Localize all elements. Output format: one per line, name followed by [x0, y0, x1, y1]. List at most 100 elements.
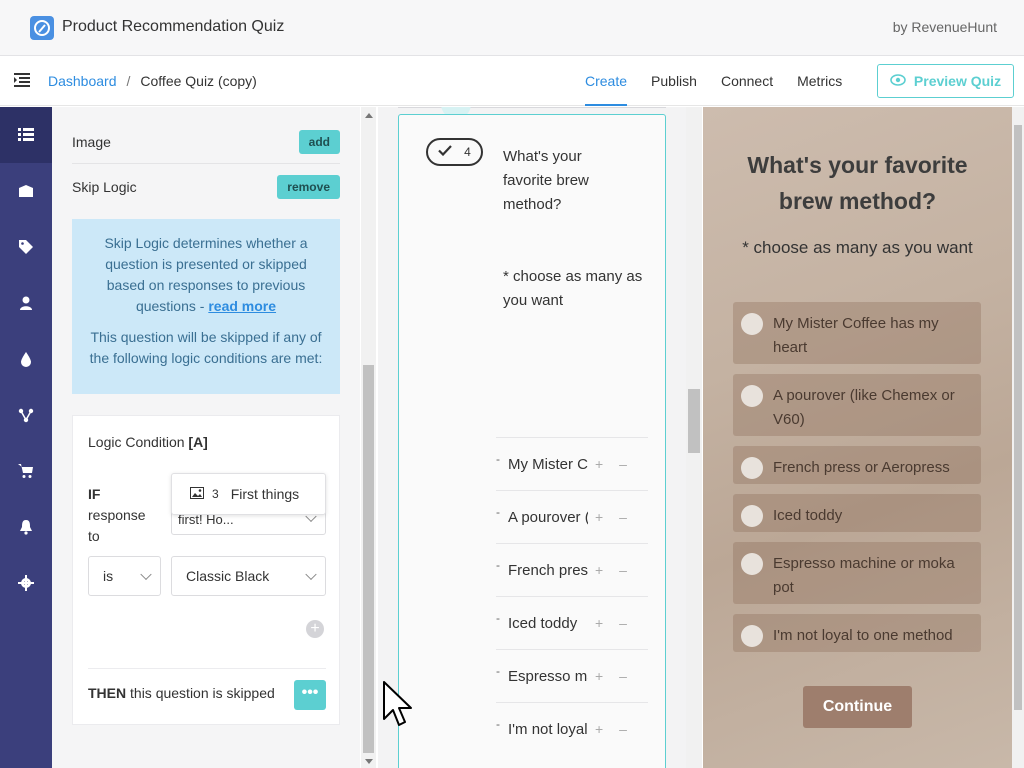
sidebar-cart-icon[interactable]	[0, 443, 52, 499]
sidebar-tag-icon[interactable]	[0, 219, 52, 275]
editor-option-text[interactable]: French press or Aeropress	[508, 562, 588, 579]
preview-option[interactable]: My Mister Coffee has my heart	[733, 302, 981, 364]
preview-scrollbar-thumb[interactable]	[1014, 125, 1022, 710]
drag-handle-icon[interactable]: -	[496, 664, 508, 678]
editor-option-row[interactable]: -My Mister Coffee has my heart + –	[496, 437, 648, 490]
checkbox-circle-icon[interactable]	[741, 313, 763, 335]
breadcrumb-dashboard-link[interactable]: Dashboard	[48, 73, 117, 89]
question-number: 4	[464, 145, 471, 159]
editor-option-text[interactable]: Espresso machine or moka pot	[508, 668, 588, 685]
read-more-link[interactable]: read more	[208, 298, 276, 314]
preview-option-text: Iced toddy	[773, 507, 843, 524]
skip-logic-info-text: Skip Logic determines whether a question…	[86, 233, 326, 317]
answer-select[interactable]: Classic Black	[171, 556, 326, 596]
preview-option-text: French press or Aeropress	[773, 459, 950, 476]
skip-logic-condition-note: This question will be skipped if any of …	[89, 329, 323, 366]
sidebar-questions-icon[interactable]	[0, 107, 52, 163]
checkbox-circle-icon[interactable]	[741, 457, 763, 479]
sidebar-gear-icon[interactable]	[0, 555, 52, 611]
editor-option-text[interactable]: Iced toddy	[508, 615, 588, 632]
image-icon	[190, 486, 204, 502]
checkbox-circle-icon[interactable]	[741, 505, 763, 527]
preview-option[interactable]: A pourover (like Chemex or V60)	[733, 374, 981, 436]
more-options-button[interactable]: •••	[294, 680, 326, 710]
preview-option-text: Espresso machine or moka pot	[773, 555, 955, 596]
remove-skip-logic-button[interactable]: remove	[277, 175, 340, 199]
tab-metrics[interactable]: Metrics	[797, 56, 842, 106]
question-subtext[interactable]: * choose as many as you want	[503, 265, 643, 313]
add-remove-option-icon[interactable]: + –	[595, 509, 633, 525]
tab-publish[interactable]: Publish	[651, 56, 697, 106]
editor-option-text[interactable]: A pourover (like Chemex or V60)	[508, 509, 588, 526]
sidebar-share-icon[interactable]	[0, 387, 52, 443]
checkbox-circle-icon[interactable]	[741, 625, 763, 647]
drag-handle-icon[interactable]: -	[496, 452, 508, 466]
drag-handle-icon[interactable]: -	[496, 558, 508, 572]
logic-condition-title: Logic Condition [A]	[88, 434, 208, 450]
skip-logic-info-box: Skip Logic determines whether a question…	[72, 219, 340, 394]
question-editor: 4 What's your favorite brew method? * ch…	[378, 107, 686, 768]
operator-select[interactable]: is	[88, 556, 161, 596]
add-condition-button[interactable]: +	[306, 620, 324, 638]
editor-option-row[interactable]: -Espresso machine or moka pot + –	[496, 649, 648, 702]
sidebar-user-icon[interactable]	[0, 275, 52, 331]
editor-scrollbar[interactable]	[686, 107, 702, 768]
chevron-down-icon	[305, 568, 317, 581]
drag-handle-icon[interactable]: -	[496, 611, 508, 625]
quiz-preview: What's your favorite brew method? * choo…	[703, 107, 1012, 768]
preview-question-subtitle: * choose as many as you want	[742, 238, 973, 257]
editor-scrollbar-thumb[interactable]	[688, 389, 700, 453]
main-tabs: Create Publish Connect Metrics	[585, 56, 866, 106]
image-setting-row: Image add	[72, 120, 340, 164]
chevron-down-icon	[140, 568, 152, 581]
if-keyword: IF	[88, 486, 101, 502]
nav-bar: Dashboard / Coffee Quiz (copy) Create Publ…	[0, 56, 1024, 106]
continue-button[interactable]: Continue	[803, 686, 912, 728]
question-settings-panel: Image add Skip Logic remove Skip Logic d…	[52, 107, 360, 768]
question-card[interactable]: 4 What's your favorite brew method? * ch…	[398, 114, 666, 768]
settings-scrollbar[interactable]	[361, 107, 376, 768]
preview-scrollbar[interactable]	[1012, 107, 1024, 768]
editor-option-row[interactable]: - Iced toddy + –	[496, 596, 648, 649]
image-label: Image	[72, 133, 111, 150]
breadcrumb-current: Coffee Quiz (copy)	[140, 73, 257, 89]
add-remove-option-icon[interactable]: + –	[595, 615, 633, 631]
checkbox-circle-icon[interactable]	[741, 553, 763, 575]
sidebar-products-icon[interactable]	[0, 163, 52, 219]
drag-handle-icon[interactable]: -	[496, 717, 508, 731]
editor-option-text[interactable]: I'm not loyal to one method	[508, 721, 588, 738]
editor-option-row[interactable]: -French press or Aeropress + –	[496, 543, 648, 596]
breadcrumb: Dashboard / Coffee Quiz (copy)	[48, 73, 257, 89]
then-row: THEN this question is skipped	[88, 668, 326, 701]
question-text[interactable]: What's your favorite brew method?	[503, 145, 633, 217]
menu-toggle-icon[interactable]	[14, 73, 30, 87]
editor-option-text[interactable]: My Mister Coffee has my heart	[508, 456, 588, 473]
app-title: Product Recommendation Quiz	[62, 18, 285, 35]
tab-create[interactable]: Create	[585, 56, 628, 106]
drag-handle-icon[interactable]: -	[496, 505, 508, 519]
add-remove-option-icon[interactable]: + –	[595, 562, 633, 578]
add-image-button[interactable]: add	[298, 129, 340, 154]
checkbox-circle-icon[interactable]	[741, 385, 763, 407]
preview-option[interactable]: Iced toddy	[733, 494, 981, 532]
editor-option-row[interactable]: -A pourover (like Chemex or V60) + –	[496, 490, 648, 543]
tab-connect[interactable]: Connect	[721, 56, 773, 106]
editor-option-row[interactable]: -I'm not loyal to one method + –	[496, 702, 648, 755]
scroll-up-arrow-icon[interactable]	[365, 113, 373, 118]
preview-option[interactable]: Espresso machine or moka pot	[733, 542, 981, 604]
settings-scrollbar-thumb[interactable]	[363, 365, 374, 753]
add-remove-option-icon[interactable]: + –	[595, 456, 633, 472]
then-action-text: this question is skipped	[126, 685, 275, 701]
sidebar-drop-icon[interactable]	[0, 331, 52, 387]
preview-quiz-button[interactable]: Preview Quiz	[877, 64, 1014, 98]
answer-select-value: Classic Black	[186, 568, 270, 584]
question-dropdown-option[interactable]: 3 First things	[171, 473, 326, 515]
sidebar-bell-icon[interactable]	[0, 499, 52, 555]
dropdown-question-number: 3	[212, 487, 219, 501]
add-remove-option-icon[interactable]: + –	[595, 721, 633, 737]
preview-option[interactable]: French press or Aeropress	[733, 446, 981, 484]
preview-option[interactable]: I'm not loyal to one method	[733, 614, 981, 652]
scroll-down-arrow-icon[interactable]	[365, 759, 373, 764]
preview-option-text: I'm not loyal to one method	[773, 627, 953, 644]
add-remove-option-icon[interactable]: + –	[595, 668, 633, 684]
